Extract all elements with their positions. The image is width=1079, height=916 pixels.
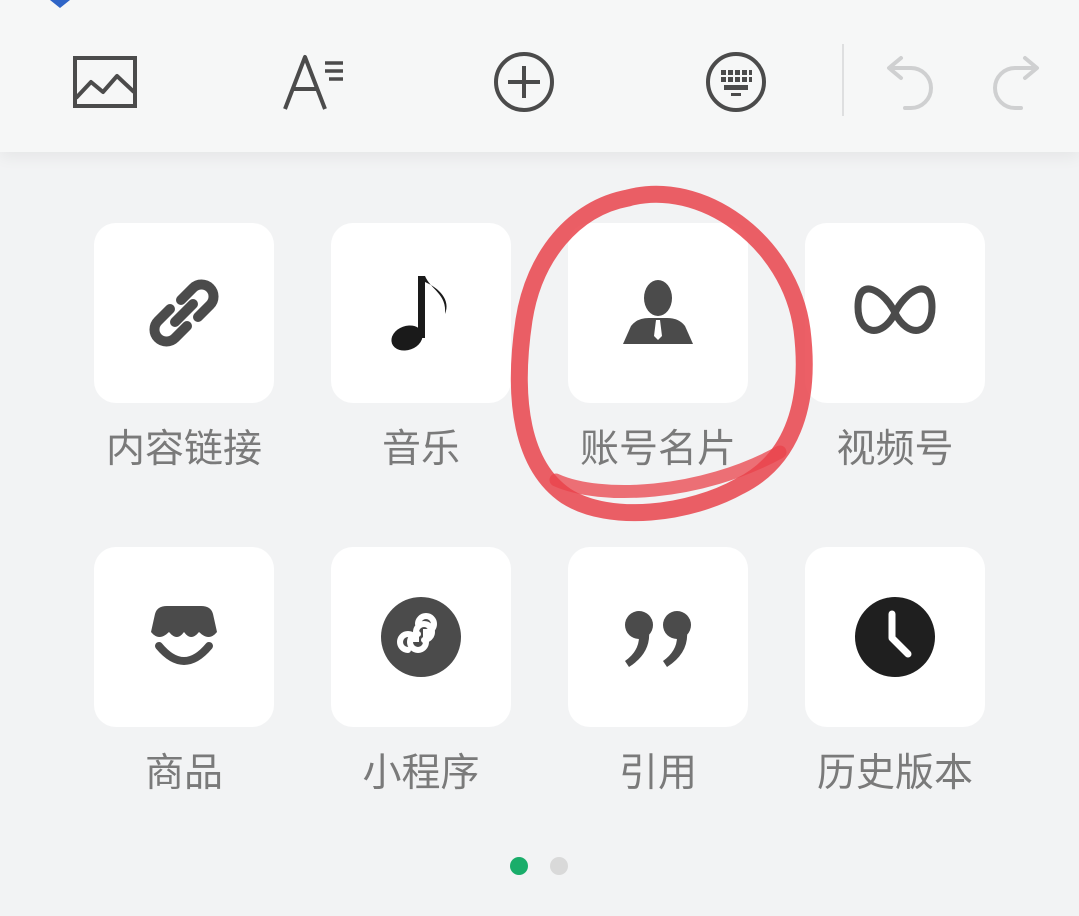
option-product[interactable]: 商品 [94,547,274,799]
insert-options-grid: 内容链接 音乐 账号名片 视频号 商品 小程序 引用 历史版本 [0,0,1079,916]
option-quote[interactable]: 引用 [568,547,748,799]
option-label: 内容链接 [105,427,262,472]
link-icon [149,279,219,347]
option-label: 历史版本 [816,751,973,796]
option-label: 引用 [618,751,697,796]
option-channels[interactable]: 视频号 [805,223,985,475]
account-card-icon [623,280,693,344]
history-clock-icon [855,597,935,677]
page-indicator [510,857,568,875]
option-tile[interactable] [94,547,274,727]
page-dot[interactable] [550,857,568,875]
option-music[interactable]: 音乐 [331,223,511,475]
option-label: 音乐 [381,427,460,472]
option-tile[interactable] [331,547,511,727]
quote-icon [625,611,691,667]
option-mini-program[interactable]: 小程序 [331,547,511,799]
page-dot-active[interactable] [510,857,528,875]
option-label: 视频号 [836,427,954,472]
option-history-version[interactable]: 历史版本 [805,547,985,799]
option-tile[interactable] [94,223,274,403]
mini-program-icon [381,597,461,677]
option-label: 商品 [144,751,223,796]
option-label: 小程序 [362,751,480,796]
channels-icon [854,285,936,334]
option-tile[interactable] [331,223,511,403]
option-tile[interactable] [805,223,985,403]
option-tile[interactable] [568,547,748,727]
option-tile[interactable] [568,223,748,403]
insert-panel-screen: 内容链接 音乐 账号名片 视频号 商品 小程序 引用 历史版本 [0,0,1079,916]
shop-icon [151,606,217,665]
option-account-card[interactable]: 账号名片 [568,223,748,475]
music-note-icon [391,276,447,351]
option-label: 账号名片 [579,427,736,472]
option-tile[interactable] [805,547,985,727]
option-content-link[interactable]: 内容链接 [94,223,274,475]
